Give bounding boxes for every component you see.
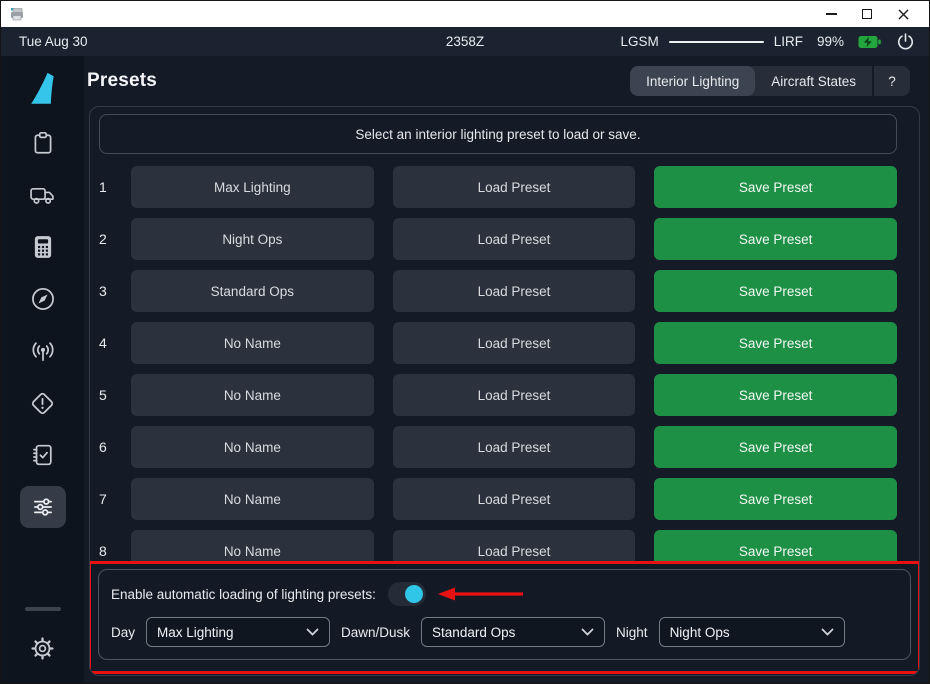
load-preset-button[interactable]: Load Preset [393, 426, 636, 468]
preset-number: 1 [99, 179, 112, 195]
tab-group: Interior Lighting Aircraft States ? [630, 66, 910, 96]
minimize-icon[interactable] [813, 3, 849, 25]
route-origin: LGSM [620, 34, 658, 49]
preset-number: 3 [99, 283, 112, 299]
gear-icon [29, 635, 56, 662]
sidebar-item-ground-services[interactable] [20, 174, 66, 216]
load-preset-button[interactable]: Load Preset [393, 322, 636, 364]
sliders-icon [30, 494, 56, 520]
instruction-banner: Select an interior lighting preset to lo… [99, 114, 897, 154]
route-destination: LIRF [774, 34, 803, 49]
checklist-icon [30, 442, 56, 468]
preset-name-button[interactable]: No Name [131, 322, 374, 364]
power-icon[interactable] [896, 32, 915, 51]
sidebar-item-checklist[interactable] [20, 434, 66, 476]
preset-name-button[interactable]: Max Lighting [131, 166, 374, 208]
status-date: Tue Aug 30 [19, 34, 88, 49]
tab-aircraft-states[interactable]: Aircraft States [755, 66, 872, 96]
auto-load-panel: Enable automatic loading of lighting pre… [98, 569, 911, 660]
preset-number: 2 [99, 231, 112, 247]
load-preset-button[interactable]: Load Preset [393, 166, 636, 208]
dawn-dusk-preset-value: Standard Ops [432, 625, 515, 640]
chevron-down-icon [821, 628, 834, 636]
battery-percent: 99% [817, 34, 844, 49]
preset-row: 6 No Name Load Preset Save Preset [99, 426, 897, 468]
load-preset-button[interactable]: Load Preset [393, 478, 636, 520]
page-header: Presets Interior Lighting Aircraft State… [87, 66, 910, 96]
antenna-icon [29, 338, 57, 364]
flight-route: LGSM LIRF [620, 34, 803, 49]
preset-number: 4 [99, 335, 112, 351]
save-preset-button[interactable]: Save Preset [654, 322, 897, 364]
preset-number: 5 [99, 387, 112, 403]
help-button[interactable]: ? [872, 66, 910, 96]
preset-name-button[interactable]: No Name [131, 478, 374, 520]
preset-row: 2 Night Ops Load Preset Save Preset [99, 218, 897, 260]
page-title: Presets [87, 70, 157, 92]
calculator-icon [30, 234, 56, 260]
status-bar: Tue Aug 30 2358Z LGSM LIRF 99% [1, 27, 929, 56]
chevron-down-icon [581, 628, 594, 636]
day-preset-select[interactable]: Max Lighting [146, 617, 330, 647]
main-pane: Presets Interior Lighting Aircraft State… [84, 56, 929, 683]
preset-name-button[interactable]: No Name [131, 426, 374, 468]
clipboard-icon [30, 130, 56, 156]
close-icon[interactable] [885, 3, 921, 25]
tab-interior-lighting[interactable]: Interior Lighting [630, 66, 755, 96]
dawn-dusk-label: Dawn/Dusk [341, 625, 410, 640]
load-preset-button[interactable]: Load Preset [393, 374, 636, 416]
sidebar-item-settings[interactable] [20, 627, 66, 669]
sidebar-divider [25, 607, 61, 611]
load-preset-button[interactable]: Load Preset [393, 270, 636, 312]
preset-row: 1 Max Lighting Load Preset Save Preset [99, 166, 897, 208]
preset-name-button[interactable]: Standard Ops [131, 270, 374, 312]
maximize-icon[interactable] [849, 3, 885, 25]
toggle-knob [405, 585, 423, 603]
chevron-down-icon [306, 628, 319, 636]
save-preset-button[interactable]: Save Preset [654, 374, 897, 416]
preset-number: 6 [99, 439, 112, 455]
preset-row: 4 No Name Load Preset Save Preset [99, 322, 897, 364]
sidebar-item-calculator[interactable] [20, 226, 66, 268]
preset-list-container: Select an interior lighting preset to lo… [89, 106, 920, 676]
warning-diamond-icon [29, 390, 56, 417]
annotation-highlight-box: Enable automatic loading of lighting pre… [89, 561, 920, 674]
save-preset-button[interactable]: Save Preset [654, 426, 897, 468]
compass-icon [30, 286, 56, 312]
dawn-dusk-preset-select[interactable]: Standard Ops [421, 617, 605, 647]
app-icon [9, 6, 25, 22]
preset-row: 3 Standard Ops Load Preset Save Preset [99, 270, 897, 312]
preset-number: 8 [99, 543, 112, 559]
day-preset-value: Max Lighting [157, 625, 234, 640]
load-preset-button[interactable]: Load Preset [393, 218, 636, 260]
auto-load-toggle[interactable] [388, 582, 426, 606]
save-preset-button[interactable]: Save Preset [654, 478, 897, 520]
titlebar [1, 1, 929, 27]
preset-number: 7 [99, 491, 112, 507]
preset-name-button[interactable]: Night Ops [131, 218, 374, 260]
sidebar-item-comms[interactable] [20, 330, 66, 372]
app-window: Tue Aug 30 2358Z LGSM LIRF 99% [0, 0, 930, 684]
truck-icon [29, 183, 56, 207]
sidebar-item-compass[interactable] [20, 278, 66, 320]
preset-row: 7 No Name Load Preset Save Preset [99, 478, 897, 520]
airline-winglet-logo [26, 64, 60, 112]
save-preset-button[interactable]: Save Preset [654, 166, 897, 208]
night-preset-select[interactable]: Night Ops [659, 617, 845, 647]
preset-row: 5 No Name Load Preset Save Preset [99, 374, 897, 416]
night-preset-value: Night Ops [670, 625, 730, 640]
sidebar-nav [1, 56, 84, 683]
auto-load-label: Enable automatic loading of lighting pre… [111, 587, 376, 602]
sidebar-item-presets[interactable] [20, 486, 66, 528]
save-preset-button[interactable]: Save Preset [654, 218, 897, 260]
day-label: Day [111, 625, 135, 640]
sidebar-item-clipboard[interactable] [20, 122, 66, 164]
sidebar-item-alerts[interactable] [20, 382, 66, 424]
save-preset-button[interactable]: Save Preset [654, 270, 897, 312]
annotation-arrow [438, 586, 524, 602]
preset-name-button[interactable]: No Name [131, 374, 374, 416]
route-progress-line [669, 41, 764, 43]
battery-charging-icon [858, 35, 882, 49]
night-label: Night [616, 625, 648, 640]
